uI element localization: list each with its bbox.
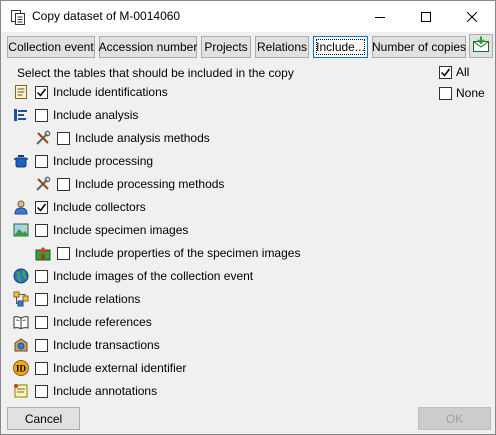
select-all-label: All (456, 65, 470, 79)
option-references[interactable]: Include references (13, 313, 152, 331)
option-label: Include properties of the specimen image… (75, 246, 301, 260)
option-label: Include analysis methods (75, 131, 210, 145)
option-annotations[interactable]: Include annotations (13, 382, 157, 400)
option-label: Include identifications (53, 85, 168, 99)
cancel-button[interactable]: Cancel (7, 407, 80, 430)
instructions-text: Select the tables that should be include… (17, 66, 294, 80)
checkbox[interactable] (35, 85, 48, 99)
option-label: Include processing methods (75, 177, 225, 191)
checkbox[interactable] (35, 338, 48, 352)
option-analysis[interactable]: Include analysis (13, 106, 138, 124)
option-label: Include specimen images (53, 223, 189, 237)
identification-icon (13, 84, 29, 100)
option-transactions[interactable]: Include transactions (13, 336, 160, 354)
ok-label: OK (445, 411, 464, 426)
checkbox[interactable] (35, 200, 48, 214)
select-none-label: None (456, 86, 485, 100)
checkbox[interactable] (57, 177, 70, 191)
checkbox[interactable] (35, 384, 48, 398)
option-label: Include processing (53, 154, 154, 168)
close-button[interactable] (449, 1, 495, 32)
option-specimen-images[interactable]: Include specimen images (13, 221, 188, 239)
transaction-icon (13, 337, 29, 353)
option-label: Include external identifier (53, 361, 187, 375)
checkbox[interactable] (35, 292, 48, 306)
tab-label: Accession number (98, 40, 198, 54)
option-collection-event-images[interactable]: Include images of the collection event (13, 267, 253, 285)
checkbox[interactable] (57, 246, 70, 260)
option-specimen-image-properties[interactable]: Include properties of the specimen image… (35, 244, 300, 262)
tab-include[interactable]: Include... (313, 36, 368, 58)
tools-icon (35, 176, 51, 192)
send-feedback-button[interactable] (469, 34, 493, 58)
checkbox[interactable] (57, 131, 70, 145)
relations-icon (13, 291, 29, 307)
tab-label: Collection event (8, 40, 94, 54)
tab-projects[interactable]: Projects (201, 36, 251, 58)
checkbox[interactable] (439, 65, 452, 79)
checkbox[interactable] (35, 361, 48, 375)
tab-label: Projects (204, 40, 248, 54)
option-relations[interactable]: Include relations (13, 290, 140, 308)
maximize-button[interactable] (403, 1, 449, 32)
analysis-icon (13, 107, 29, 123)
option-identifications[interactable]: Include identifications (13, 83, 168, 101)
checkbox[interactable] (35, 223, 48, 237)
globe-icon (13, 268, 29, 284)
id-icon: ID (13, 360, 29, 376)
tools-icon (35, 130, 51, 146)
checkbox[interactable] (35, 269, 48, 283)
book-icon (13, 314, 29, 330)
copy-dataset-dialog: Copy dataset of M-0014060 Collection eve… (0, 0, 496, 435)
tab-collection-event[interactable]: Collection event (7, 36, 95, 58)
tab-label: Include... (316, 40, 365, 54)
image-icon (13, 222, 29, 238)
copy-icon (10, 9, 26, 25)
collector-icon (13, 199, 29, 215)
svg-text:ID: ID (16, 364, 27, 374)
processing-icon (13, 153, 29, 169)
checkbox[interactable] (439, 86, 452, 100)
option-processing[interactable]: Include processing (13, 152, 153, 170)
title-bar: Copy dataset of M-0014060 (1, 1, 495, 32)
option-analysis-methods[interactable]: Include analysis methods (35, 129, 210, 147)
ok-button[interactable]: OK (418, 407, 491, 430)
image-properties-icon (35, 245, 51, 261)
window-title: Copy dataset of M-0014060 (32, 9, 181, 23)
option-external-identifier[interactable]: ID Include external identifier (13, 359, 186, 377)
option-label: Include collectors (53, 200, 146, 214)
option-label: Include images of the collection event (53, 269, 254, 283)
mail-icon (472, 36, 490, 57)
minimize-button[interactable] (357, 1, 403, 32)
select-all-checkbox[interactable]: All (439, 65, 469, 79)
tab-accession-number[interactable]: Accession number (99, 36, 197, 58)
cancel-label: Cancel (24, 411, 63, 426)
annotation-icon (13, 383, 29, 399)
option-label: Include analysis (53, 108, 139, 122)
checkbox[interactable] (35, 154, 48, 168)
option-processing-methods[interactable]: Include processing methods (35, 175, 224, 193)
option-collectors[interactable]: Include collectors (13, 198, 146, 216)
option-label: Include relations (53, 292, 141, 306)
checkbox[interactable] (35, 108, 48, 122)
select-none-checkbox[interactable]: None (439, 86, 485, 100)
tab-label: Number of copies (371, 40, 467, 54)
checkbox[interactable] (35, 315, 48, 329)
option-label: Include references (53, 315, 152, 329)
option-label: Include annotations (53, 384, 158, 398)
tab-label: Relations (256, 40, 308, 54)
option-label: Include transactions (53, 338, 160, 352)
tab-number-of-copies[interactable]: Number of copies (372, 36, 466, 58)
tab-relations[interactable]: Relations (255, 36, 309, 58)
